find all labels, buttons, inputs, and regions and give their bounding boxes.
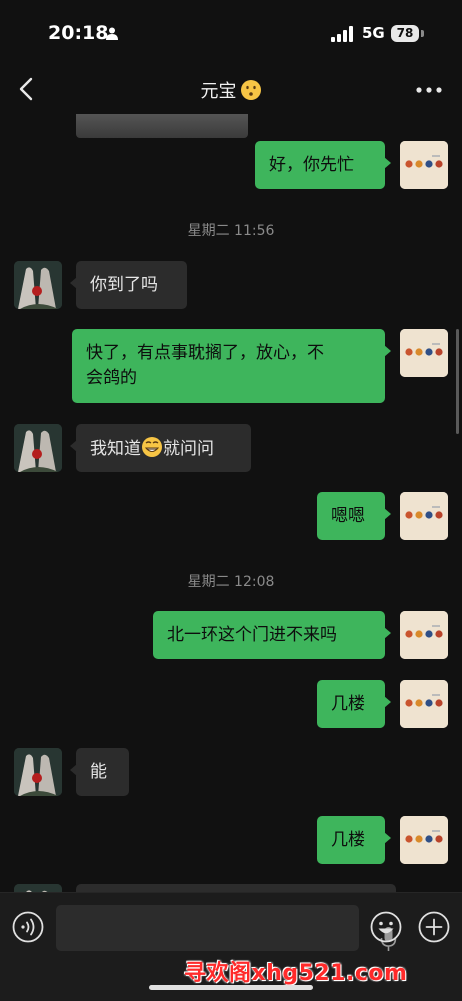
person-icon	[106, 27, 118, 40]
more-options-icon[interactable]	[416, 87, 442, 93]
avatar-image-icon	[400, 492, 448, 540]
status-bar: 20:18 5G 78	[0, 0, 462, 66]
chat-messages[interactable]: 好，你先忙 星期二 11:56 你到了吗 快了，有点事耽搁了，放心，不 会鸽的	[0, 114, 462, 900]
partial-image-message[interactable]	[76, 114, 248, 138]
avatar-image-icon	[400, 816, 448, 864]
contact-avatar[interactable]	[14, 261, 62, 309]
input-bar: 寻欢阁xhg521.com	[0, 892, 462, 1001]
message-text: 就问问	[163, 439, 214, 459]
voice-input-icon[interactable]	[12, 911, 44, 943]
message-bubble[interactable]: 能	[70, 748, 129, 796]
message-input[interactable]	[56, 905, 397, 951]
my-avatar[interactable]	[400, 816, 448, 864]
avatar-image-icon	[14, 261, 62, 309]
avatar-image-icon	[400, 329, 448, 377]
chat-title: 元宝	[0, 77, 462, 103]
message-text: 几楼	[331, 830, 365, 850]
kissing-face-icon	[240, 80, 261, 100]
signal-icon	[331, 26, 353, 42]
contact-avatar[interactable]	[14, 424, 62, 472]
avatar-image-icon	[14, 424, 62, 472]
network-type: 5G	[362, 24, 385, 42]
message-bubble[interactable]: 几楼	[317, 816, 391, 864]
message-bubble[interactable]: 快了，有点事耽搁了，放心，不 会鸽的	[72, 329, 391, 403]
message-bubble[interactable]: 我知道 就问问	[70, 424, 251, 472]
avatar-image-icon	[400, 680, 448, 728]
contact-avatar[interactable]	[14, 748, 62, 796]
avatar-image-icon	[14, 748, 62, 796]
battery-tip	[421, 30, 424, 37]
chat-header: 元宝	[0, 66, 462, 114]
battery-indicator: 78	[391, 25, 419, 42]
my-avatar[interactable]	[400, 492, 448, 540]
home-indicator[interactable]	[149, 985, 313, 990]
avatar-image-icon	[400, 141, 448, 189]
timestamp: 星期二 12:08	[187, 574, 275, 590]
my-avatar[interactable]	[400, 329, 448, 377]
status-time: 20:18	[48, 22, 109, 44]
message-bubble[interactable]: 嗯嗯	[317, 492, 391, 540]
timestamp: 星期二 11:56	[187, 223, 275, 239]
emoji-icon[interactable]	[370, 911, 402, 943]
my-avatar[interactable]	[400, 680, 448, 728]
my-avatar[interactable]	[400, 611, 448, 659]
message-text: 能	[90, 762, 107, 782]
message-bubble[interactable]: 北一环这个门进不来吗	[153, 611, 391, 659]
message-text: 北一环这个门进不来吗	[167, 625, 337, 645]
message-text-line: 会鸽的	[86, 368, 137, 388]
message-bubble[interactable]: 你到了吗	[70, 261, 187, 309]
grinning-face-icon	[142, 437, 162, 457]
message-text: 几楼	[331, 694, 365, 714]
message-text: 我知道	[90, 439, 141, 459]
watermark-text: 寻欢阁xhg521.com	[184, 961, 408, 986]
message-bubble[interactable]: 几楼	[317, 680, 391, 728]
my-avatar[interactable]	[400, 141, 448, 189]
message-text-line: 快了，有点事耽搁了，放心，不	[86, 343, 324, 363]
message-text: 嗯嗯	[331, 506, 365, 526]
message-bubble[interactable]: 好，你先忙	[255, 141, 391, 189]
contact-name: 元宝	[200, 81, 237, 102]
message-text: 好，你先忙	[269, 155, 354, 175]
scrollbar[interactable]	[456, 329, 459, 434]
message-text: 你到了吗	[90, 275, 158, 295]
avatar-image-icon	[400, 611, 448, 659]
plus-icon[interactable]	[418, 911, 450, 943]
